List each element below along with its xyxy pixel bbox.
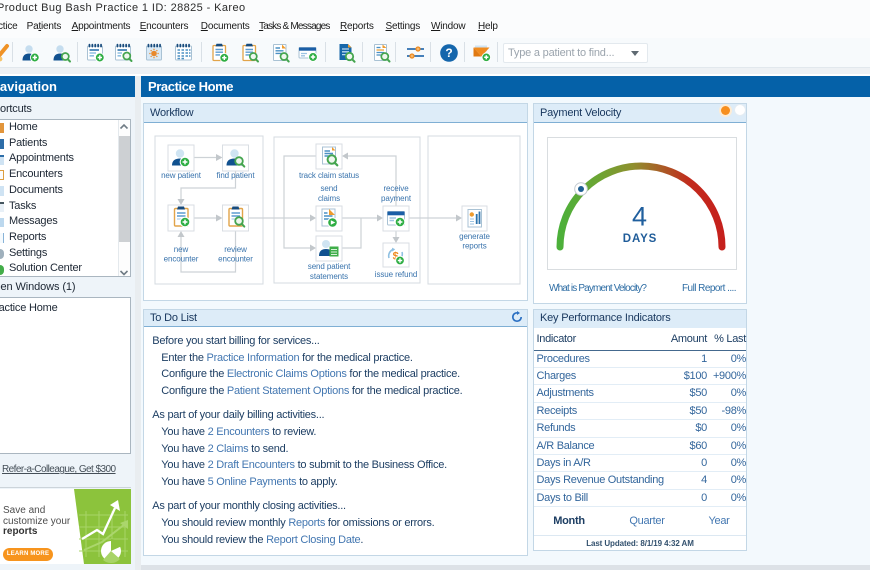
- svg-text:send patient: send patient: [308, 262, 351, 271]
- svg-text:?: ?: [445, 46, 452, 60]
- svg-text:issue refund: issue refund: [375, 270, 417, 279]
- svg-text:review: review: [224, 245, 247, 254]
- svg-text:track claim status: track claim status: [299, 171, 359, 180]
- svg-text:encounter: encounter: [218, 255, 253, 264]
- svg-text:encounter: encounter: [164, 255, 199, 264]
- svg-text:find patient: find patient: [217, 171, 256, 180]
- svg-text:send: send: [321, 184, 338, 193]
- svg-text:4: 4: [632, 202, 647, 232]
- svg-text:claims: claims: [318, 194, 340, 203]
- svg-text:reports: reports: [462, 242, 486, 251]
- svg-text:generate: generate: [459, 232, 490, 241]
- svg-text:DAYS: DAYS: [623, 233, 658, 245]
- svg-text:new patient: new patient: [161, 171, 202, 180]
- svg-text:new: new: [174, 245, 189, 254]
- svg-text:receive: receive: [383, 184, 409, 193]
- svg-text:payment: payment: [381, 194, 412, 203]
- svg-text:statements: statements: [310, 272, 348, 281]
